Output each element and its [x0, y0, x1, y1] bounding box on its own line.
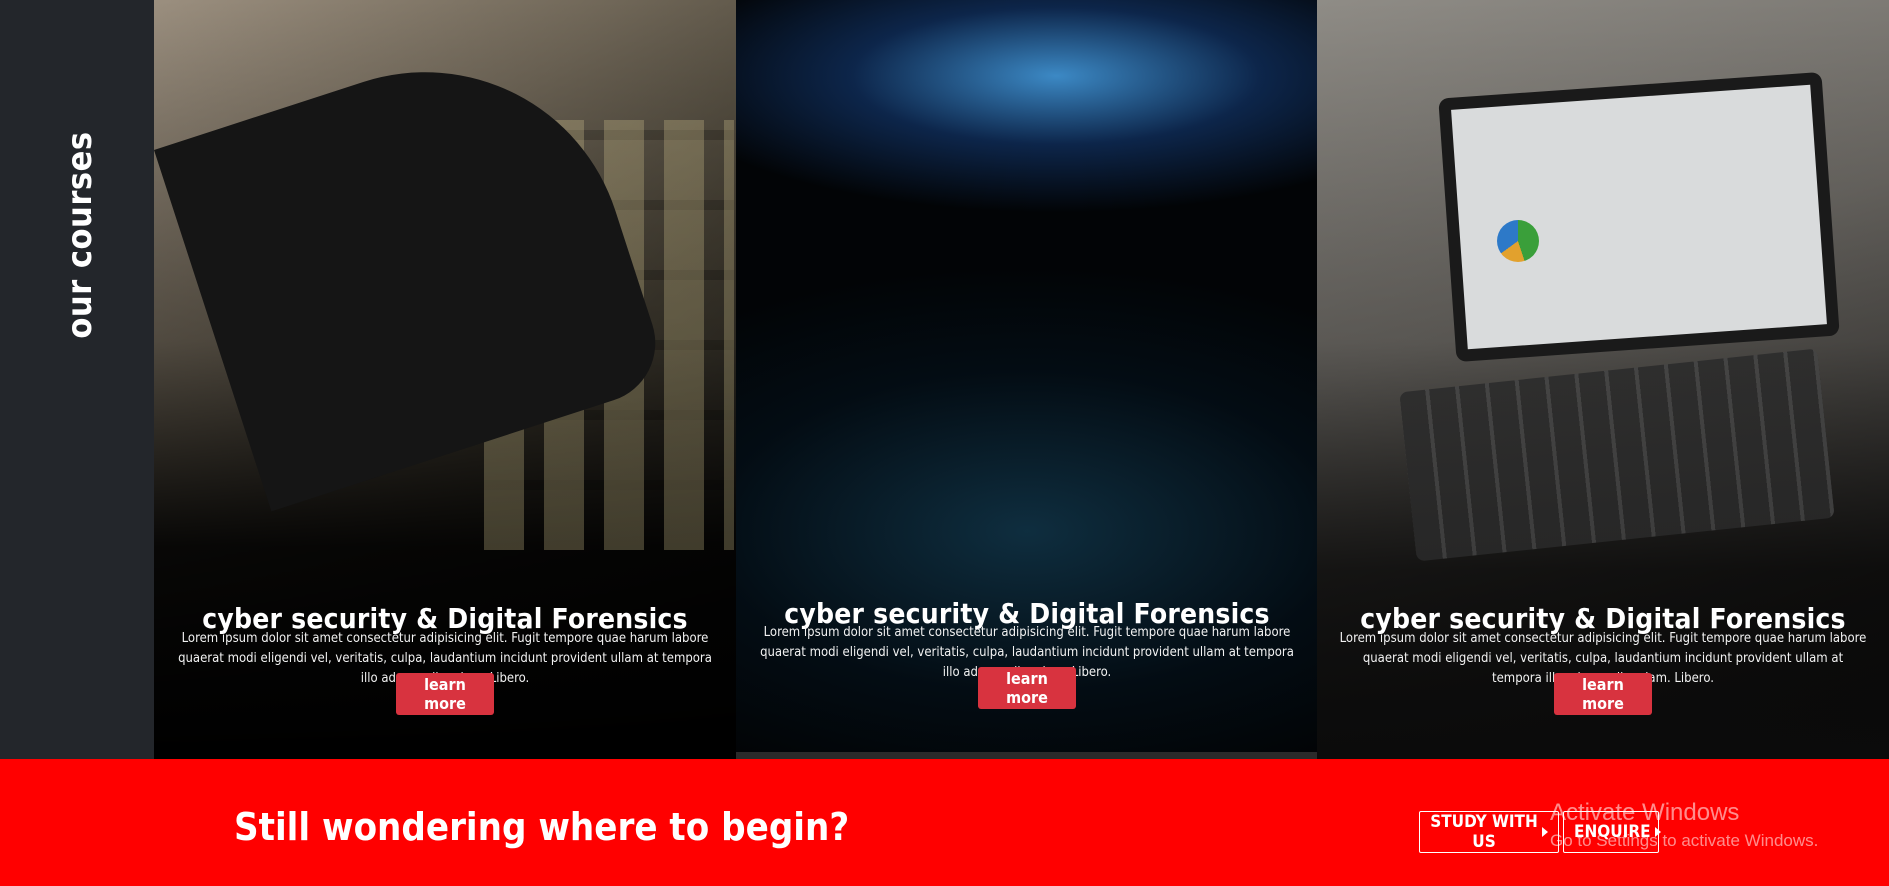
learn-more-button[interactable]: learn more: [978, 667, 1076, 709]
learn-more-button[interactable]: learn more: [1554, 673, 1652, 715]
course-card-2: cyber security & Digital Forensics Lorem…: [736, 0, 1318, 759]
sidebar: our courses: [0, 0, 154, 759]
pie-chart-illustration: [1497, 220, 1539, 262]
course-card-3: cyber security & Digital Forensics Lorem…: [1317, 0, 1889, 759]
study-with-us-button[interactable]: STUDY WITH US: [1419, 811, 1559, 853]
course-card-1: cyber security & Digital Forensics Lorem…: [154, 0, 736, 759]
study-with-us-label: STUDY WITH US: [1430, 812, 1538, 852]
enquire-button[interactable]: ENQUIRE: [1563, 811, 1661, 853]
cta-banner: Still wondering where to begin? STUDY WI…: [0, 759, 1889, 886]
active-card-indicator: [736, 752, 1317, 759]
laptop-screen-illustration: [1438, 71, 1840, 363]
caret-right-icon: [1542, 827, 1548, 837]
cta-title: Still wondering where to begin?: [234, 805, 850, 849]
enquire-label: ENQUIRE: [1574, 822, 1651, 842]
caret-right-icon: [1654, 827, 1661, 837]
section-title: our courses: [60, 131, 100, 339]
learn-more-button[interactable]: learn more: [396, 673, 494, 715]
